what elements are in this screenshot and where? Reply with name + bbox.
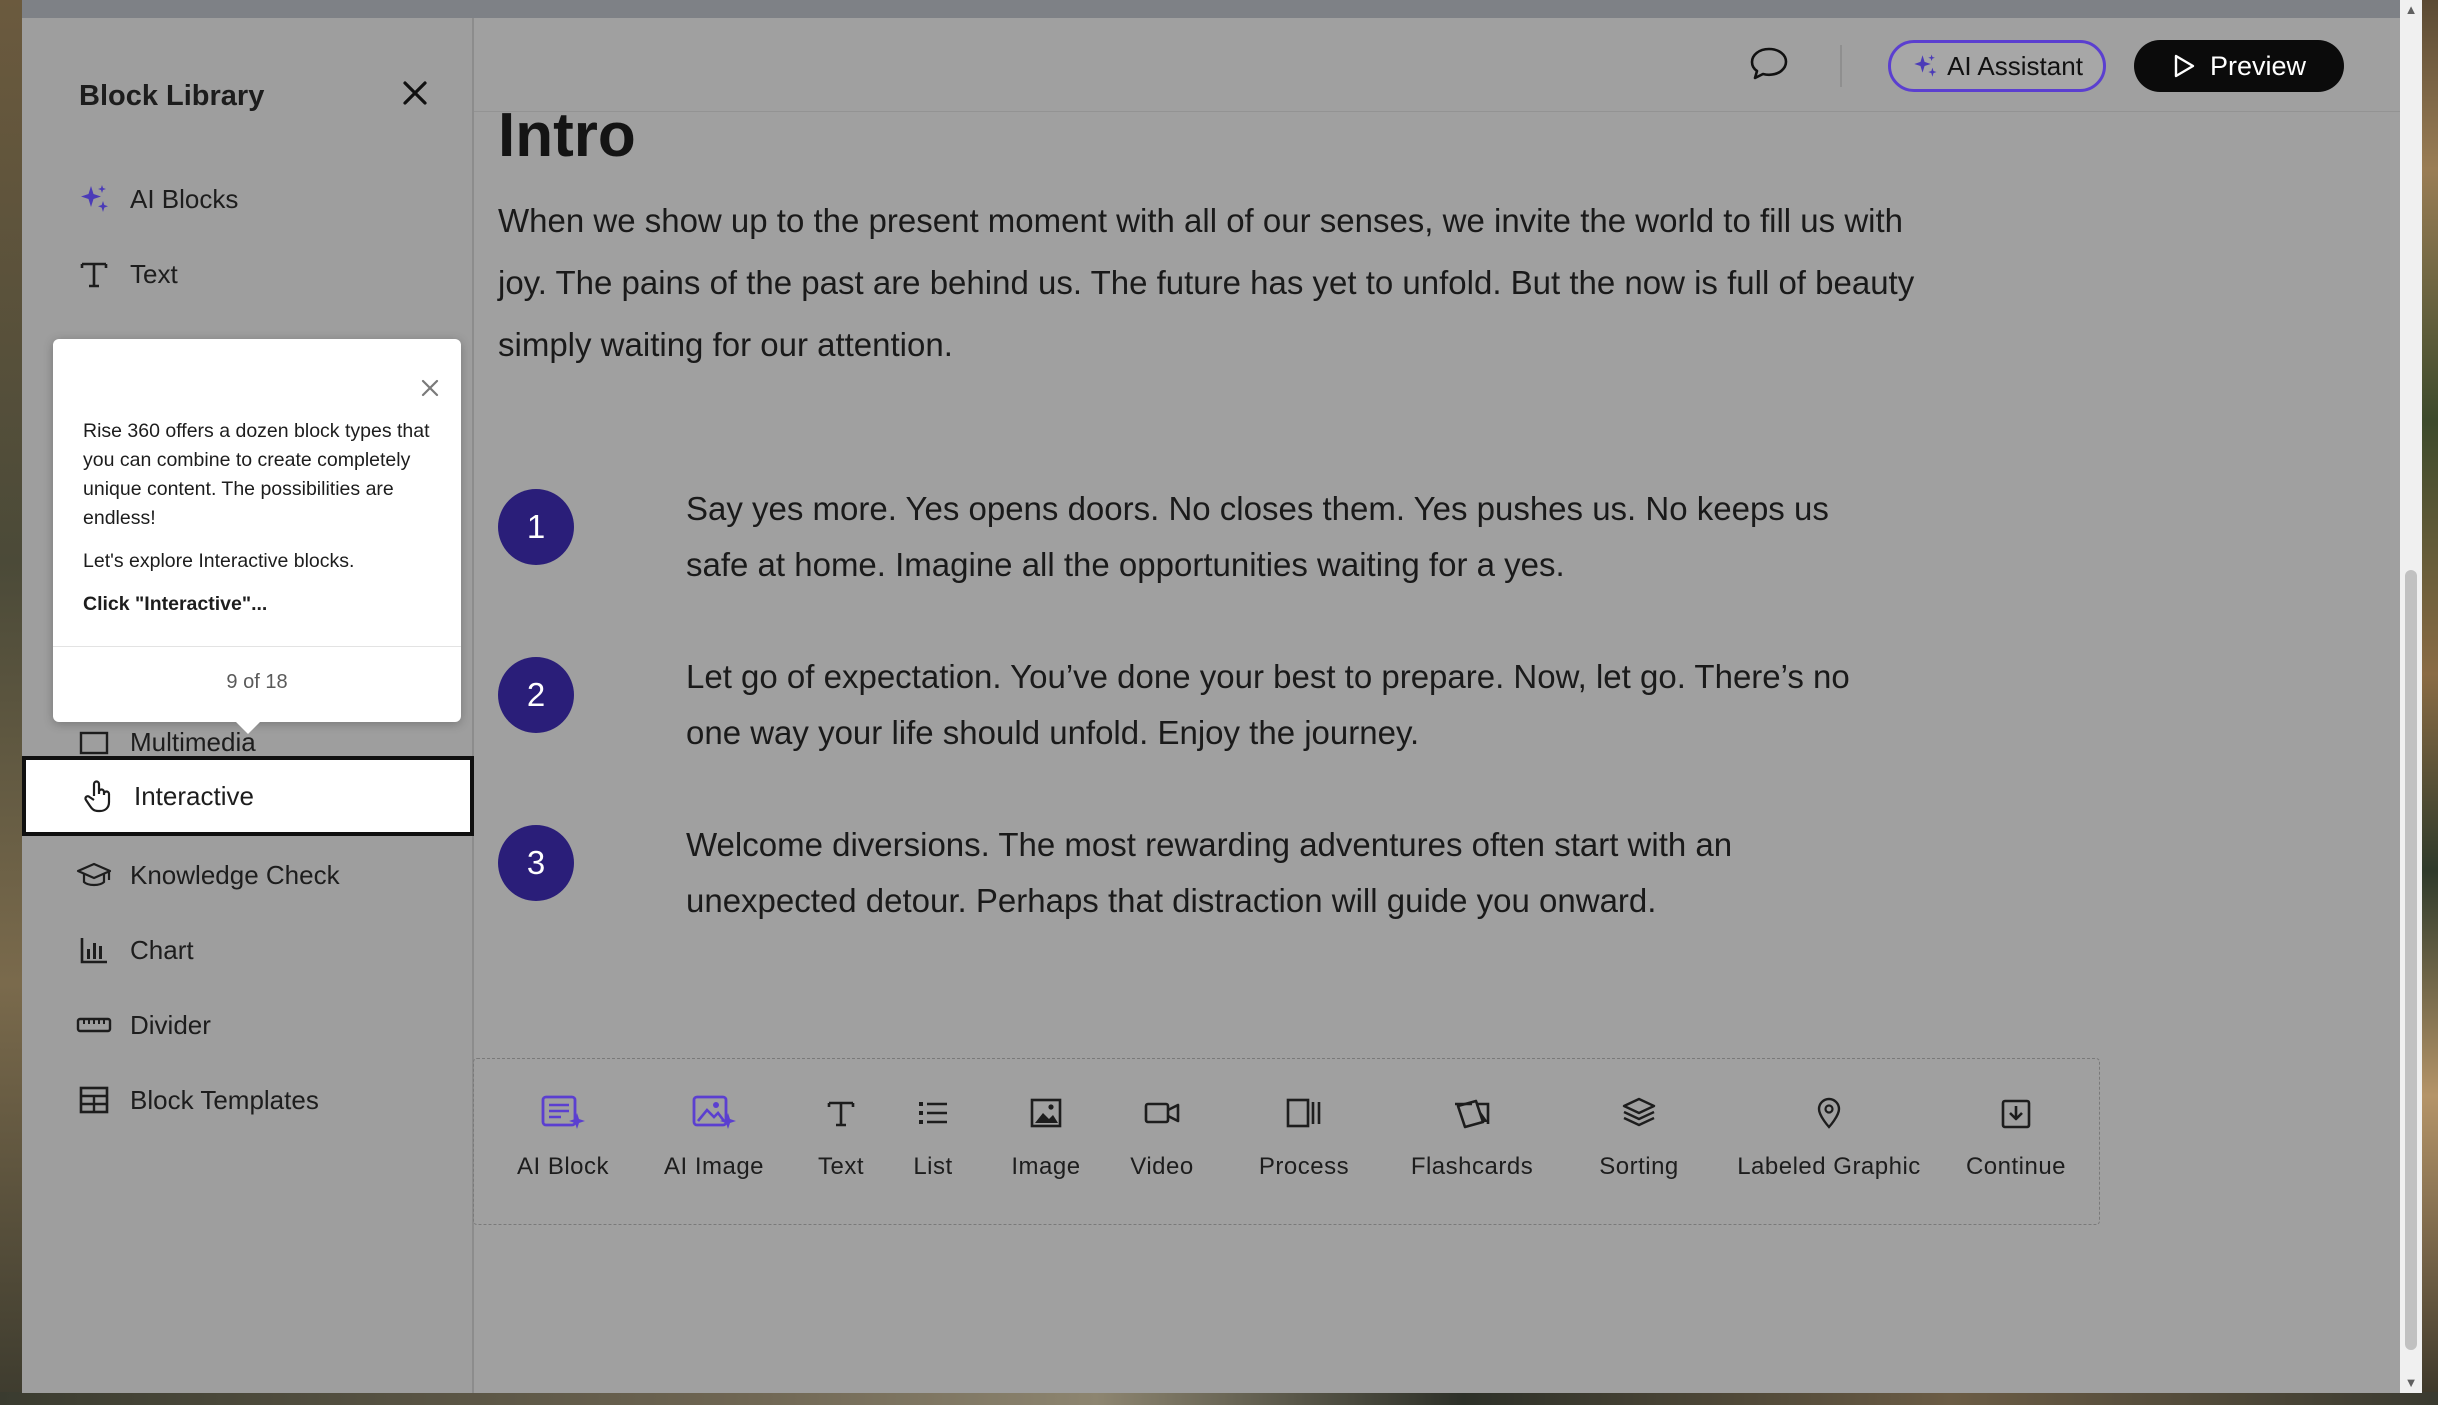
bar-chart-icon xyxy=(76,932,112,968)
block-label: Continue xyxy=(1965,1153,2067,1180)
sidebar-title: Block Library xyxy=(79,80,265,112)
tooltip-divider xyxy=(53,646,461,647)
block-label: Image xyxy=(1011,1153,1081,1180)
step-text: Say yes more. Yes opens doors. No closes… xyxy=(686,490,1829,583)
scrollbar-thumb[interactable] xyxy=(2405,570,2417,1350)
vertical-scrollbar[interactable]: ▲ ▼ xyxy=(2400,0,2422,1393)
window-top-bar xyxy=(22,0,2400,18)
ai-image-icon xyxy=(690,1087,738,1139)
insert-continue-button[interactable]: Continue xyxy=(1961,1087,2071,1197)
insert-sorting-button[interactable]: Sorting xyxy=(1589,1087,1689,1197)
tooltip-text: Let's explore Interactive blocks. xyxy=(83,550,355,572)
continue-icon xyxy=(1999,1087,2033,1139)
step-number-badge: 3 xyxy=(498,825,574,901)
desktop-wallpaper-bottom xyxy=(0,1392,2438,1405)
sidebar-item-label: Divider xyxy=(130,1009,211,1040)
scroll-up-arrow-icon[interactable]: ▲ xyxy=(2400,0,2422,20)
map-pin-icon xyxy=(1814,1087,1844,1139)
preview-label: Preview xyxy=(2209,50,2307,81)
intro-paragraph: When we show up to the present moment wi… xyxy=(498,202,1915,363)
sidebar-item-chart[interactable]: Chart xyxy=(76,918,194,982)
insert-flashcards-button[interactable]: Flashcards xyxy=(1407,1087,1537,1197)
close-icon xyxy=(403,81,427,105)
sidebar-item-label: Knowledge Check xyxy=(130,859,340,890)
sidebar-item-label: Chart xyxy=(130,934,194,965)
tooltip-body: Rise 360 offers a dozen block types that… xyxy=(83,417,431,633)
hand-pointer-icon xyxy=(80,778,116,814)
tooltip-close-button[interactable] xyxy=(415,373,445,403)
ai-block-icon xyxy=(539,1087,587,1139)
insert-video-button[interactable]: Video xyxy=(1122,1087,1202,1197)
insert-image-button[interactable]: Image xyxy=(1006,1087,1086,1197)
multimedia-icon xyxy=(76,724,112,760)
onboarding-tooltip: Rise 360 offers a dozen block types that… xyxy=(53,339,461,722)
ai-assistant-button[interactable]: AI Assistant xyxy=(1888,40,2106,92)
ruler-icon xyxy=(76,1007,112,1043)
step-text: Welcome diversions. The most rewarding a… xyxy=(686,826,1733,919)
block-label: AI Block xyxy=(516,1153,610,1180)
block-label: Video xyxy=(1130,1153,1194,1180)
sorting-icon xyxy=(1621,1087,1657,1139)
sidebar-item-interactive[interactable]: Interactive xyxy=(22,756,474,836)
step-text: Let go of expectation. You’ve done your … xyxy=(686,658,1850,751)
sidebar-item-knowledge-check[interactable]: Knowledge Check xyxy=(76,843,340,907)
preview-button[interactable]: Preview xyxy=(2134,40,2344,92)
insert-ai-image-button[interactable]: AI Image xyxy=(659,1087,769,1197)
sidebar-item-ai-blocks[interactable]: AI Blocks xyxy=(76,167,238,231)
sidebar-item-label: Block Templates xyxy=(130,1084,319,1115)
close-icon xyxy=(421,379,439,397)
block-label: Sorting xyxy=(1599,1153,1679,1180)
graduation-cap-icon xyxy=(76,857,112,893)
text-icon xyxy=(76,256,112,292)
video-icon xyxy=(1143,1087,1181,1139)
list-icon xyxy=(916,1087,950,1139)
insert-list-button[interactable]: List xyxy=(903,1087,963,1197)
block-label: Text xyxy=(817,1153,864,1180)
header-separator xyxy=(474,111,2400,112)
insert-text-button[interactable]: Text xyxy=(811,1087,871,1197)
quick-insert-block-bar: AI Block AI Image Text List Image Video … xyxy=(473,1058,2100,1225)
ai-assistant-label: AI Assistant xyxy=(1947,50,2083,81)
close-sidebar-button[interactable] xyxy=(396,74,434,112)
tooltip-call-to-action: Click "Interactive"... xyxy=(83,593,268,615)
block-label: List xyxy=(913,1153,953,1180)
sidebar-item-divider[interactable]: Divider xyxy=(76,993,211,1057)
block-label: Labeled Graphic xyxy=(1737,1153,1921,1180)
sidebar-item-label: Text xyxy=(130,258,178,289)
sidebar-item-label: AI Blocks xyxy=(130,183,239,214)
lesson-title: Intro xyxy=(498,101,636,170)
desktop-wallpaper-right xyxy=(2422,0,2438,1405)
chat-bubble-icon xyxy=(1750,47,1788,80)
comments-button[interactable] xyxy=(1747,42,1791,86)
app-window: Block Library AI Blocks Text Multimedia xyxy=(22,0,2400,1393)
tooltip-step-counter: 9 of 18 xyxy=(226,671,288,693)
sidebar-item-text[interactable]: Text xyxy=(76,242,178,306)
header-divider xyxy=(1840,45,1842,87)
text-icon xyxy=(824,1087,858,1139)
play-icon xyxy=(2172,53,2196,79)
block-label: Process xyxy=(1258,1153,1350,1180)
step-number-badge: 1 xyxy=(498,489,574,565)
insert-process-button[interactable]: Process xyxy=(1254,1087,1354,1197)
process-icon xyxy=(1285,1087,1323,1139)
image-icon xyxy=(1029,1087,1063,1139)
insert-labeled-graphic-button[interactable]: Labeled Graphic xyxy=(1729,1087,1929,1197)
tooltip-text: Rise 360 offers a dozen block types that… xyxy=(83,420,430,529)
step-number-badge: 2 xyxy=(498,657,574,733)
sparkle-icon xyxy=(76,181,112,217)
insert-ai-block-button[interactable]: AI Block xyxy=(513,1087,613,1197)
sparkle-icon xyxy=(1911,52,1939,80)
flashcards-icon xyxy=(1452,1087,1492,1139)
block-label: AI Image xyxy=(663,1153,765,1180)
block-label: Flashcards xyxy=(1410,1153,1534,1180)
sidebar-item-block-templates[interactable]: Block Templates xyxy=(76,1068,319,1132)
sidebar-item-label: Interactive xyxy=(134,780,254,811)
scroll-down-arrow-icon[interactable]: ▼ xyxy=(2400,1373,2422,1393)
desktop-wallpaper-left xyxy=(0,0,22,1405)
table-icon xyxy=(76,1082,112,1118)
tooltip-arrow xyxy=(234,720,262,734)
